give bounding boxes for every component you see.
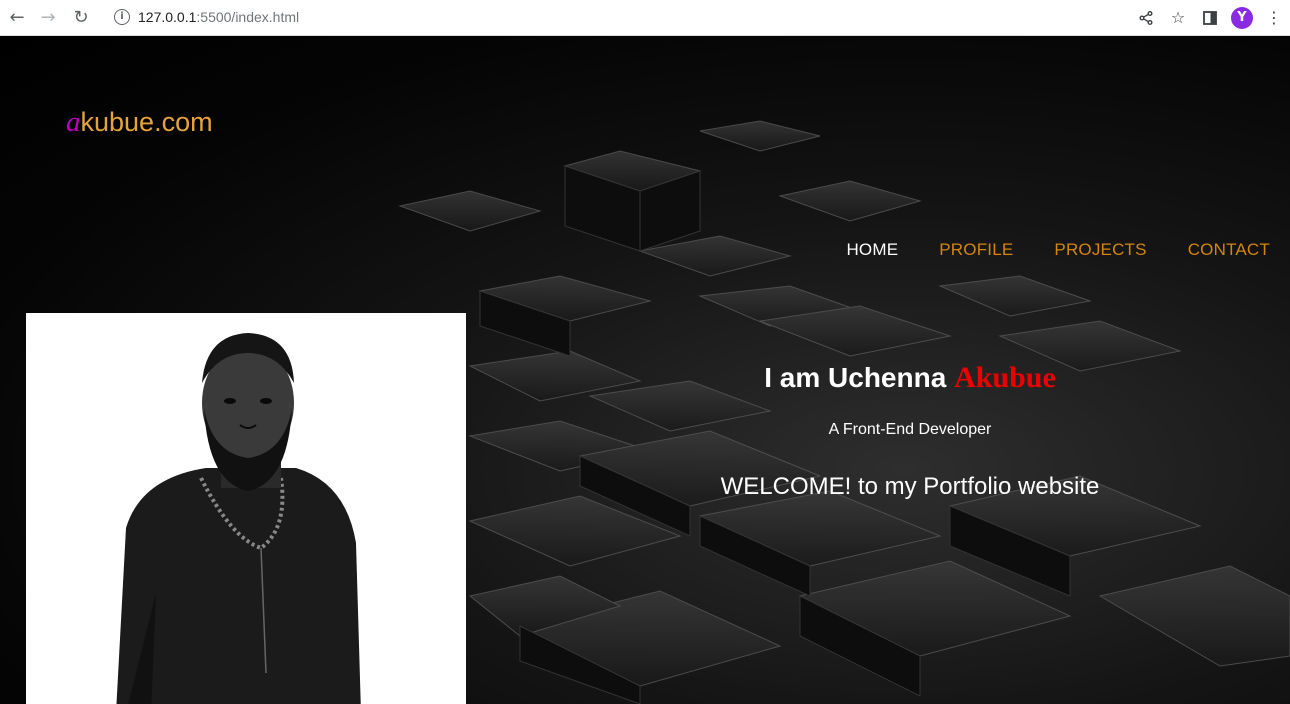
- main-nav: HOME PROFILE PROJECTS CONTACT: [846, 240, 1270, 260]
- back-arrow-icon[interactable]: ←: [6, 6, 28, 28]
- surname-text: Akubue: [954, 361, 1056, 394]
- side-panel-icon[interactable]: [1194, 2, 1226, 34]
- browser-toolbar: ← → ↻ i 127.0.0.1:5500/index.html ☆ Y ⋮: [0, 0, 1290, 36]
- portfolio-page: akubue.com HOME PROFILE PROJECTS CONTACT…: [0, 36, 1290, 704]
- logo-accent-letter: a: [66, 106, 81, 138]
- profile-avatar-button[interactable]: Y: [1226, 2, 1258, 34]
- menu-kebab-icon[interactable]: ⋮: [1258, 2, 1290, 34]
- address-bar[interactable]: i 127.0.0.1:5500/index.html: [105, 3, 1105, 31]
- url-text: 127.0.0.1:5500/index.html: [138, 9, 299, 25]
- site-info-icon[interactable]: i: [114, 9, 130, 25]
- intro-section: I am Uchenna Akubue A Front-End Develope…: [640, 361, 1180, 501]
- person-portrait-image: [26, 313, 466, 704]
- reload-icon[interactable]: ↻: [70, 6, 92, 28]
- avatar: Y: [1231, 6, 1253, 29]
- nav-home-link[interactable]: HOME: [846, 240, 898, 260]
- intro-heading: I am Uchenna Akubue: [640, 361, 1180, 395]
- bookmark-star-icon[interactable]: ☆: [1162, 2, 1194, 34]
- nav-profile-link[interactable]: PROFILE: [939, 240, 1013, 260]
- nav-contact-link[interactable]: CONTACT: [1188, 240, 1270, 260]
- welcome-text: WELCOME! to my Portfolio website: [720, 473, 1100, 500]
- url-host: 127.0.0.1: [138, 9, 197, 25]
- profile-photo: [26, 313, 466, 704]
- share-icon[interactable]: [1130, 2, 1162, 34]
- role-text: A Front-End Developer: [828, 421, 992, 438]
- site-logo[interactable]: akubue.com: [66, 106, 213, 139]
- url-path: :5500/index.html: [196, 9, 300, 25]
- nav-projects-link[interactable]: PROJECTS: [1054, 240, 1146, 260]
- greeting-text: I am Uchenna: [764, 362, 947, 393]
- forward-arrow-icon[interactable]: →: [37, 6, 59, 28]
- toolbar-actions: ☆ Y ⋮: [1130, 0, 1290, 35]
- logo-text: kubue.com: [80, 107, 213, 137]
